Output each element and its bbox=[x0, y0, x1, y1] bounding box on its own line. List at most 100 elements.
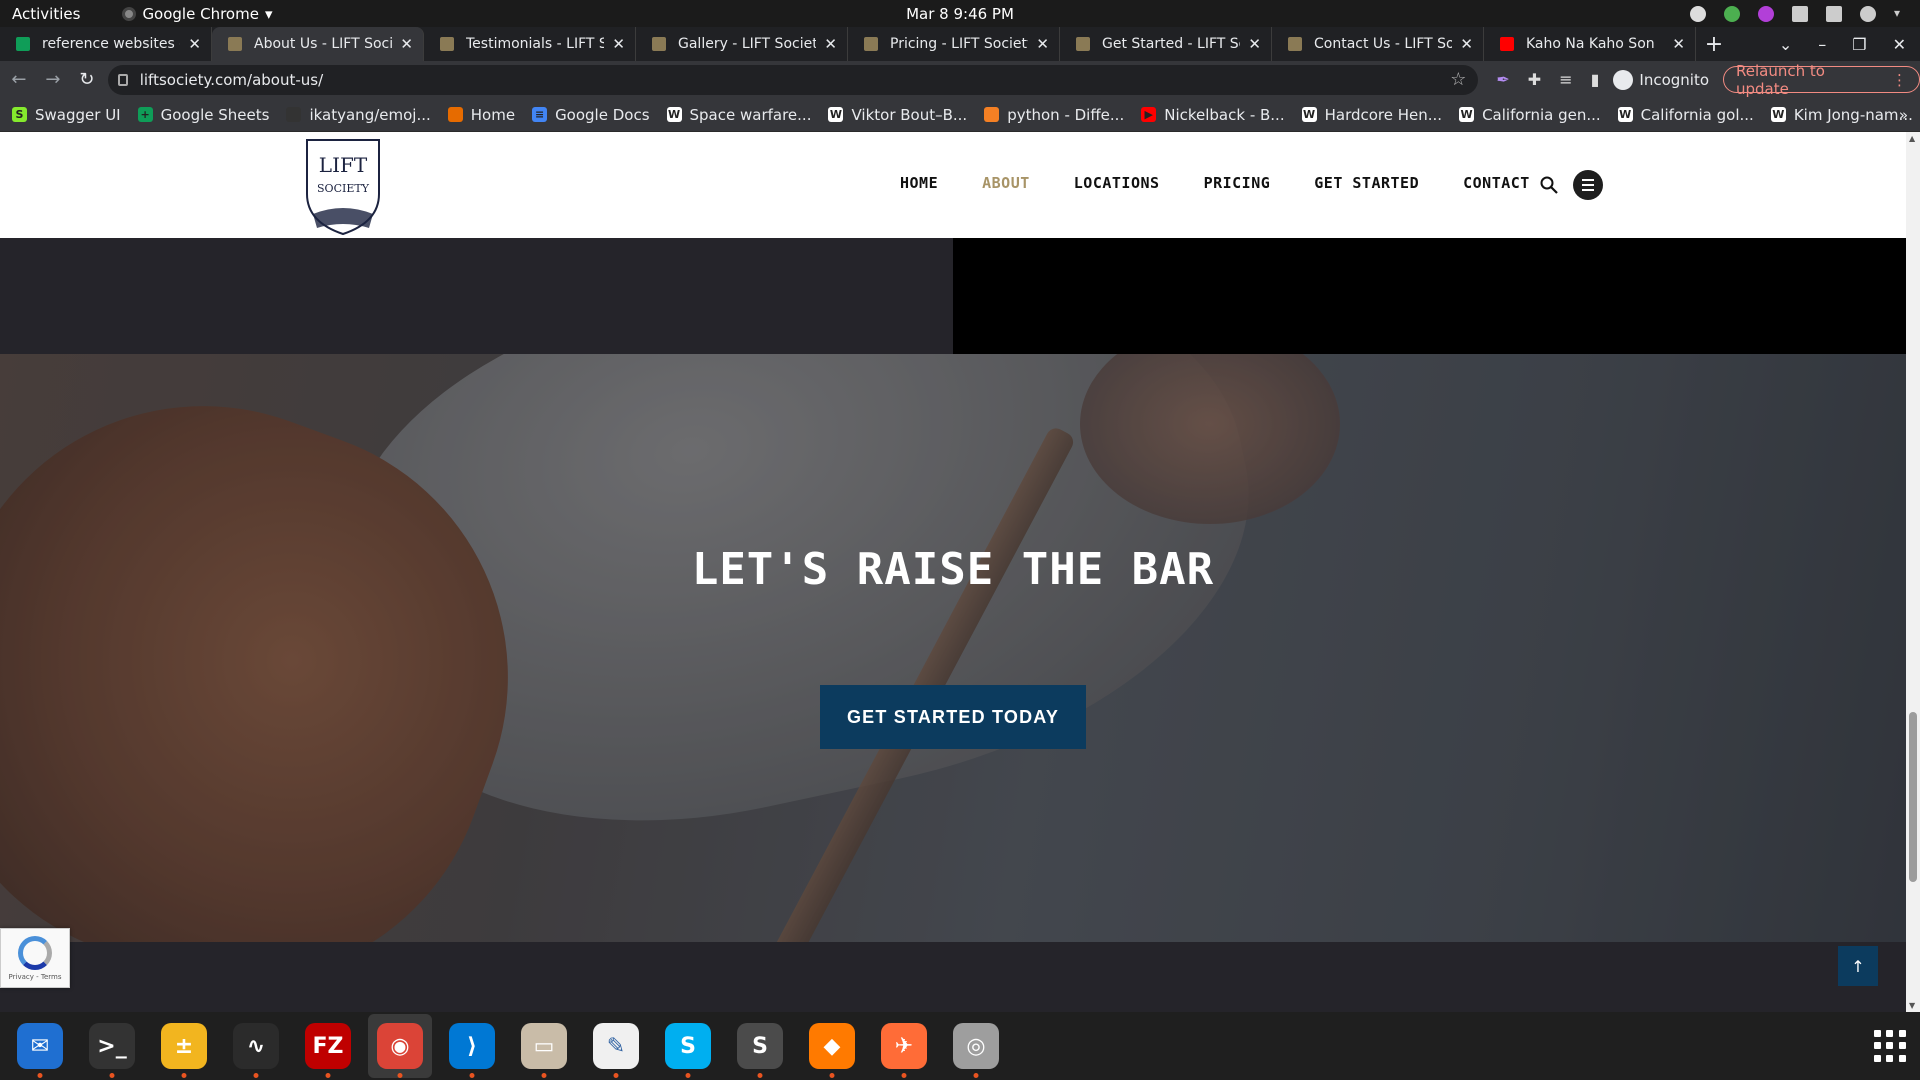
bookmark-item[interactable]: ≡ Google Docs bbox=[532, 106, 650, 124]
dock-postman[interactable]: ✈ bbox=[872, 1014, 936, 1078]
dock-filezilla[interactable]: FZ bbox=[296, 1014, 360, 1078]
new-tab-button[interactable]: + bbox=[1696, 32, 1732, 57]
back-icon[interactable]: ← bbox=[4, 69, 34, 90]
clock[interactable]: Mar 8 9:46 PM bbox=[906, 5, 1014, 23]
get-started-button[interactable]: GET STARTED TODAY bbox=[820, 685, 1086, 749]
nav-item-home[interactable]: HOME bbox=[900, 174, 938, 192]
bookmark-favicon-icon: + bbox=[137, 107, 153, 122]
browser-tab[interactable]: Get Started - LIFT Soci ✕ bbox=[1060, 27, 1272, 61]
bookmark-item[interactable]: W Kim Jong-nam... bbox=[1770, 106, 1913, 124]
volume-icon[interactable] bbox=[1826, 5, 1842, 22]
bookmark-item[interactable]: ikatyang/emoj... bbox=[286, 106, 431, 124]
tab-close-icon[interactable]: ✕ bbox=[1460, 35, 1473, 53]
browser-tab[interactable]: reference websites - G ✕ bbox=[0, 27, 212, 61]
dock-disks[interactable]: ◎ bbox=[944, 1014, 1008, 1078]
bookmark-item[interactable]: W California gen... bbox=[1459, 106, 1601, 124]
bookmark-item[interactable]: Home bbox=[447, 106, 515, 124]
browser-tab[interactable]: Pricing - LIFT Society ✕ bbox=[848, 27, 1060, 61]
nav-item-contact[interactable]: CONTACT bbox=[1463, 174, 1530, 192]
check-icon[interactable] bbox=[1724, 5, 1740, 22]
power-icon[interactable] bbox=[1860, 5, 1876, 22]
tray-menu-icon[interactable]: ▾ bbox=[1894, 6, 1910, 22]
bookmark-star-icon[interactable]: ☆ bbox=[1450, 69, 1466, 90]
dock-thunderbird[interactable]: ✉ bbox=[8, 1014, 72, 1078]
dock-files[interactable]: ▭ bbox=[512, 1014, 576, 1078]
dock-chrome[interactable]: ◉ bbox=[368, 1014, 432, 1078]
recaptcha-links[interactable]: Privacy - Terms bbox=[9, 973, 62, 981]
show-applications-icon[interactable] bbox=[1874, 1030, 1906, 1062]
browser-tab[interactable]: Testimonials - LIFT So ✕ bbox=[424, 27, 636, 61]
browser-tab[interactable]: Contact Us - LIFT Soci ✕ bbox=[1272, 27, 1484, 61]
bookmark-item[interactable]: W Hardcore Hen... bbox=[1301, 106, 1442, 124]
forward-icon[interactable]: → bbox=[38, 69, 68, 90]
dock-text-editor[interactable]: ✎ bbox=[584, 1014, 648, 1078]
lock-icon[interactable] bbox=[117, 73, 128, 86]
tab-close-icon[interactable]: ✕ bbox=[612, 35, 625, 53]
nav-item-locations[interactable]: LOCATIONS bbox=[1074, 174, 1160, 192]
toolbar: ← → ↻ liftsociety.com/about-us/ ☆ ✒ ✚ ≡ … bbox=[0, 61, 1920, 98]
tab-close-icon[interactable]: ✕ bbox=[1672, 35, 1685, 53]
bookmark-item[interactable]: ▶ Nickelback - B... bbox=[1141, 106, 1285, 124]
tab-close-icon[interactable]: ✕ bbox=[824, 35, 837, 53]
nav-item-get-started[interactable]: GET STARTED bbox=[1314, 174, 1419, 192]
close-window-icon[interactable]: ✕ bbox=[1893, 35, 1906, 54]
tab-close-icon[interactable]: ✕ bbox=[188, 35, 201, 53]
nav-item-pricing[interactable]: PRICING bbox=[1204, 174, 1271, 192]
hamburger-menu-button[interactable] bbox=[1573, 170, 1603, 200]
tab-favicon-icon bbox=[1500, 37, 1514, 51]
dock-system-monitor[interactable]: ∿ bbox=[224, 1014, 288, 1078]
tab-close-icon[interactable]: ✕ bbox=[400, 35, 413, 53]
dock-skype[interactable]: S bbox=[656, 1014, 720, 1078]
activities-button[interactable]: Activities bbox=[0, 5, 92, 23]
system-tray[interactable]: ▾ bbox=[1690, 5, 1910, 22]
search-icon[interactable] bbox=[1540, 176, 1558, 194]
skype-icon: S bbox=[665, 1023, 711, 1069]
reload-icon[interactable]: ↻ bbox=[72, 69, 102, 90]
browser-tab[interactable]: Gallery - LIFT Society ✕ bbox=[636, 27, 848, 61]
running-indicator bbox=[829, 1073, 835, 1078]
terminal-icon: >_ bbox=[89, 1023, 135, 1069]
side-panel-icon[interactable]: ▮ bbox=[1591, 70, 1600, 89]
dock-sublime-text[interactable]: S bbox=[728, 1014, 792, 1078]
bookmark-item[interactable]: W California gol... bbox=[1617, 106, 1754, 124]
scroll-down-arrow-icon[interactable]: ▼ bbox=[1909, 1001, 1915, 1010]
pen-extension-icon[interactable]: ✒ bbox=[1496, 70, 1509, 89]
page-scrollbar[interactable]: ▲ ▼ bbox=[1906, 132, 1920, 1012]
reading-list-icon[interactable]: ≡ bbox=[1559, 70, 1572, 89]
minimize-icon[interactable]: – bbox=[1818, 35, 1826, 54]
kebab-menu-icon: ⋮ bbox=[1892, 70, 1908, 89]
dock-vscode[interactable]: ⟩ bbox=[440, 1014, 504, 1078]
url-text[interactable]: liftsociety.com/about-us/ bbox=[140, 71, 323, 89]
browser-tab[interactable]: Kaho Na Kaho Son ✕ bbox=[1484, 27, 1696, 61]
address-bar[interactable]: liftsociety.com/about-us/ ☆ bbox=[107, 64, 1479, 95]
dock-postman-fire[interactable]: ◆ bbox=[800, 1014, 864, 1078]
dock-terminal[interactable]: >_ bbox=[80, 1014, 144, 1078]
bookmark-favicon-icon bbox=[447, 107, 463, 122]
incognito-indicator[interactable]: Incognito bbox=[1613, 69, 1709, 90]
bookmark-item[interactable]: python - Diffe... bbox=[984, 106, 1124, 124]
nav-item-about[interactable]: ABOUT bbox=[982, 174, 1030, 192]
scrollbar-thumb[interactable] bbox=[1909, 712, 1917, 882]
bookmark-item[interactable]: W Space warfare... bbox=[666, 106, 811, 124]
scroll-up-arrow-icon[interactable]: ▲ bbox=[1909, 134, 1915, 143]
network-icon[interactable] bbox=[1792, 5, 1808, 22]
bookmark-label: python - Diffe... bbox=[1007, 105, 1125, 124]
more-bookmarks-icon[interactable]: » bbox=[1899, 106, 1908, 124]
tab-close-icon[interactable]: ✕ bbox=[1036, 35, 1049, 53]
recaptcha-badge[interactable]: Privacy - Terms bbox=[0, 928, 70, 988]
extensions-icon[interactable]: ✚ bbox=[1528, 70, 1541, 89]
status-icon[interactable] bbox=[1690, 5, 1706, 22]
maximize-icon[interactable]: ❐ bbox=[1852, 35, 1866, 54]
scroll-to-top-button[interactable]: ↑ bbox=[1838, 946, 1878, 986]
extension-icon[interactable] bbox=[1758, 5, 1774, 22]
app-menu[interactable]: Google Chrome ▾ bbox=[122, 5, 272, 23]
bookmark-item[interactable]: + Google Sheets bbox=[137, 106, 269, 124]
lift-society-logo[interactable]: LIFT SOCIETY bbox=[303, 134, 383, 236]
bookmark-item[interactable]: W Viktor Bout–B... bbox=[828, 106, 967, 124]
tab-search-icon[interactable]: ⌄ bbox=[1779, 35, 1792, 54]
tab-close-icon[interactable]: ✕ bbox=[1248, 35, 1261, 53]
relaunch-button[interactable]: Relaunch to update ⋮ bbox=[1723, 62, 1920, 98]
dock-calculator[interactable]: ± bbox=[152, 1014, 216, 1078]
browser-tab[interactable]: About Us - LIFT Societ ✕ bbox=[212, 27, 424, 61]
bookmark-item[interactable]: S Swagger UI bbox=[12, 106, 121, 124]
